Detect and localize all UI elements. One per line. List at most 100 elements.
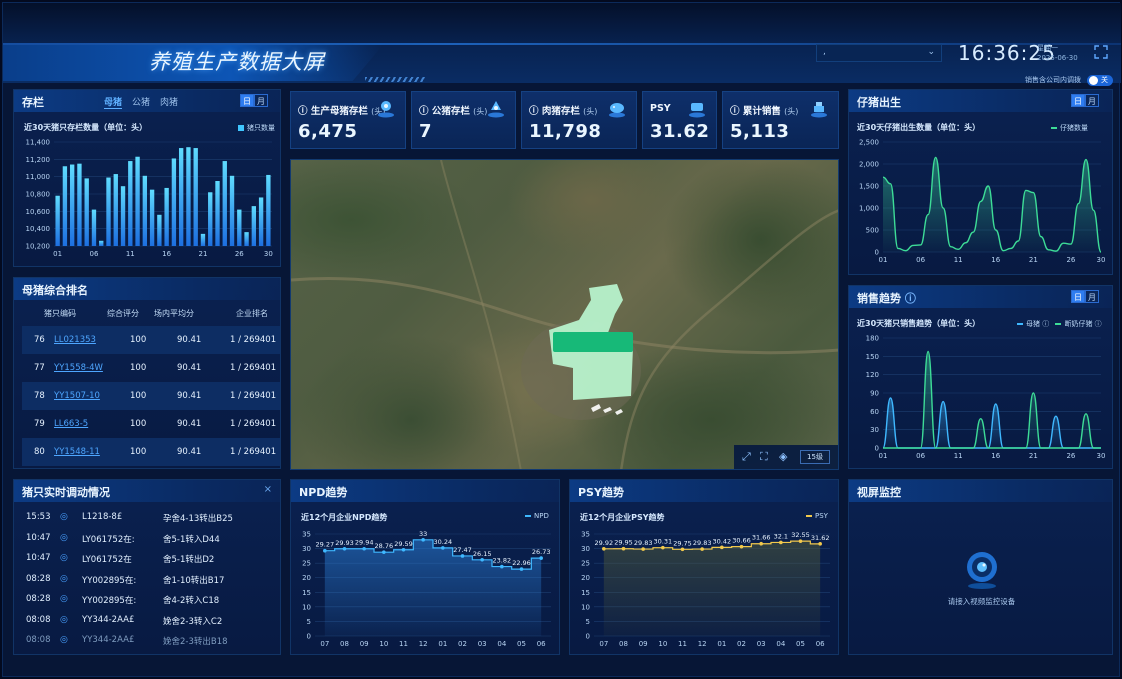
x-tick-label: 01	[438, 640, 447, 648]
stat-label-text: 肉猪存栏	[541, 106, 580, 117]
video-panel: 视屏监控 请接入视频监控设备	[848, 479, 1113, 655]
period-day-button[interactable]: 日	[1071, 94, 1085, 107]
pig-code-link[interactable]: LL021353	[54, 335, 96, 345]
focus-icon[interactable]: ⛶	[760, 450, 768, 464]
stat-unit: (头)	[784, 107, 799, 116]
table-row[interactable]: 77 YY1558-4W 100 90.41 1 / 269401	[22, 354, 280, 382]
y-tick-label: 5	[307, 618, 311, 626]
y-tick-label: 2,000	[859, 161, 879, 169]
sales-internal-toggle[interactable]: 关	[1087, 75, 1113, 86]
x-tick-label: 11	[126, 250, 135, 258]
period-day-button[interactable]: 日	[240, 94, 254, 107]
zoom-level[interactable]: 15级	[800, 450, 830, 464]
stat-unit: (头)	[473, 107, 488, 116]
data-label: 30.24	[434, 538, 453, 546]
farm-satellite-map[interactable]: ⤢ ⛶ ◈ 15级	[290, 159, 839, 470]
period-month-button[interactable]: 月	[1085, 94, 1099, 107]
table-row[interactable]: 80 YY1548-11 100 90.41 1 / 269401	[22, 438, 280, 466]
enterprise-rank: 1 / 269401	[230, 335, 277, 345]
data-label: 29.94	[355, 539, 374, 547]
data-label: 30.66	[732, 537, 751, 545]
period-month-button[interactable]: 月	[1085, 290, 1099, 303]
bar	[55, 195, 60, 246]
pig-icon	[609, 103, 625, 118]
bar	[222, 161, 227, 246]
bar	[106, 177, 111, 246]
sales-line-chart: 030609012015018001 06 11 16 21 26 30	[866, 335, 1106, 461]
data-point	[779, 540, 783, 545]
data-point	[460, 554, 465, 558]
stat-value: 31.62	[650, 121, 710, 142]
pig-code-link[interactable]: LL663-5	[54, 419, 88, 429]
stat-card-boar: ⓘ 公猪存栏 (头) 7	[411, 91, 516, 149]
x-tick-label: 30	[1097, 452, 1106, 460]
data-label: 32.55	[791, 531, 810, 539]
company-select[interactable]: , ⌄	[816, 44, 942, 62]
rank-no: 77	[34, 363, 45, 373]
avg-score: 90.41	[177, 419, 202, 429]
help-icon[interactable]: ⓘ	[905, 292, 916, 305]
x-tick-label: 11	[954, 256, 963, 264]
piglet-title: 仔猪出生	[857, 96, 901, 109]
transfer-title: 猪只实时调动情况	[22, 486, 110, 499]
layers-icon[interactable]: ◈	[779, 450, 787, 463]
bar	[229, 175, 235, 246]
psy-icon	[689, 103, 705, 118]
fullscreen-icon[interactable]	[1094, 45, 1108, 59]
pig-code-link[interactable]: YY1548-11	[54, 447, 100, 457]
x-tick-label: 10	[379, 640, 388, 648]
list-item: 08:08 ◎ YY344-2AA£ 娩舍2-3转出B18	[26, 631, 282, 651]
stat-card-sales: ⓘ 累计销售 (头) 5,113	[722, 91, 839, 149]
pig-code-link[interactable]: YY1558-4W	[54, 363, 103, 373]
rank-no: 78	[34, 391, 45, 401]
period-day-button[interactable]: 日	[1071, 290, 1085, 303]
y-tick-label: 25	[581, 560, 590, 568]
bar	[69, 164, 75, 246]
location-pin-icon: ◎	[60, 635, 68, 645]
pig-code-link[interactable]: YY1507-10	[54, 391, 100, 401]
bar	[91, 209, 97, 246]
transfer-desc: 娩舍2-3转出B18	[163, 637, 228, 647]
table-row[interactable]: 76 LL021353 100 90.41 1 / 269401	[22, 326, 280, 354]
period-month-button[interactable]: 月	[254, 94, 268, 107]
tab-sow[interactable]: 母猪	[104, 95, 123, 109]
inventory-panel-head: 存栏 母猪 公猪 肉猪 日 月	[14, 90, 280, 112]
x-tick-label: 30	[264, 250, 273, 258]
piglet-legend-label: 仔猪数量	[1060, 124, 1088, 132]
sales-legend-sow: 母猪	[1026, 320, 1040, 328]
data-point	[323, 548, 327, 553]
bar	[84, 178, 89, 246]
sales-panel-head: 销售趋势 ⓘ 日 月	[849, 286, 1112, 308]
rank-no: 79	[34, 419, 45, 429]
company-select-value: ,	[823, 47, 826, 57]
data-label: 29.27	[316, 541, 335, 549]
chevron-down-icon: ⌄	[927, 47, 935, 57]
data-point	[602, 547, 606, 551]
piglet-period-toggle: 日 月	[1071, 94, 1099, 107]
transfer-pig: YY344-2AA£	[82, 635, 135, 645]
y-tick-label: 30	[302, 545, 311, 553]
col-pig-code: 猪只编码	[44, 309, 76, 318]
expand-icon[interactable]: ⤢	[742, 450, 751, 464]
data-label: 27.47	[453, 546, 472, 554]
x-tick-label: 16	[991, 452, 1000, 460]
y-tick-label: 10,200	[26, 243, 51, 251]
tab-hog[interactable]: 肉猪	[160, 95, 178, 108]
location-pin-icon: ◎	[60, 532, 68, 543]
stat-label-text: 公猪存栏	[431, 106, 470, 117]
rank-no: 76	[34, 335, 45, 345]
data-point	[539, 556, 543, 560]
sales-legend-weaner: 断奶仔猪	[1064, 320, 1093, 328]
data-point	[798, 539, 803, 543]
sales-title: 销售趋势 ⓘ	[857, 290, 916, 306]
header-glow-line	[3, 43, 1121, 45]
table-row[interactable]: 79 LL663-5 100 90.41 1 / 269401	[22, 410, 280, 438]
transfer-pig: LY061752在:	[82, 534, 135, 545]
close-icon[interactable]: ×	[264, 484, 272, 495]
transfer-time: 15:53	[26, 512, 51, 522]
table-row[interactable]: 78 YY1507-10 100 90.41 1 / 269401	[22, 382, 280, 410]
x-tick-label: 05	[796, 640, 805, 648]
map-toolbar: ⤢ ⛶ ◈ 15级	[734, 445, 838, 469]
tab-boar[interactable]: 公猪	[132, 95, 150, 108]
stat-label: ⓘ 累计销售 (头)	[730, 106, 799, 117]
